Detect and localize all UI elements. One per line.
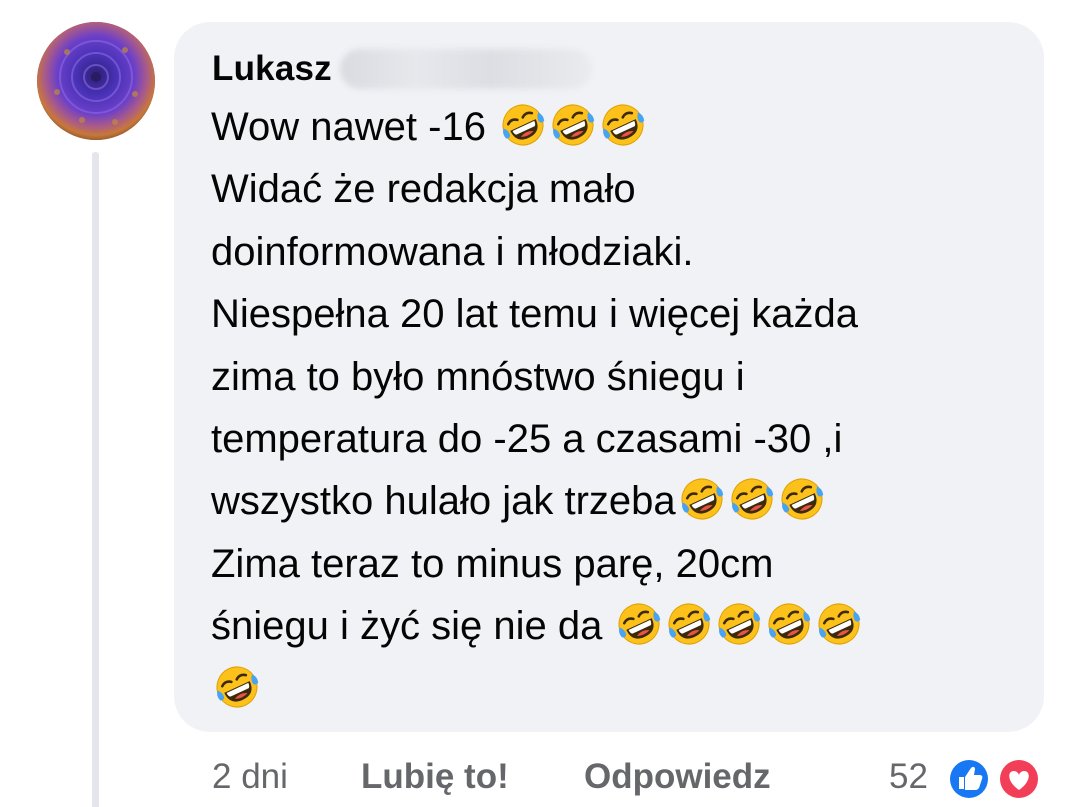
comment-line-text: śniegu i żyć się nie da <box>211 604 614 649</box>
rolling-on-floor-laughing-icon <box>216 666 259 708</box>
comment-line: śniegu i żyć się nie da <box>211 595 1011 657</box>
comment-line: Zima teraz to minus parę, 20cm <box>211 533 1011 595</box>
rolling-on-floor-laughing-icon <box>781 478 823 520</box>
rolling-on-floor-laughing-icon <box>818 603 861 645</box>
reply-button[interactable]: Odpowiedz <box>584 752 771 802</box>
comment-line-text: Niespełna 20 lat temu i więcej każda <box>211 292 859 337</box>
comment-line-text: Wow nawet -16 <box>211 105 498 149</box>
comment-screen: Lukasz Wow nawet -16 Widać że redakcja m… <box>0 0 1080 807</box>
rolling-on-floor-laughing-icon <box>602 104 645 146</box>
comment-footer: 2 dni Lubię to! Odpowiedz 52 <box>0 752 1080 802</box>
author-name[interactable]: Lukasz <box>212 49 332 89</box>
comment-line: Wow nawet -16 <box>211 96 1011 158</box>
comment-line: zima to było mnóstwo śniegu i <box>211 346 1011 408</box>
timestamp[interactable]: 2 dni <box>212 752 288 802</box>
rolling-on-floor-laughing-icon <box>552 104 595 146</box>
rolling-on-floor-laughing-icon <box>502 104 545 146</box>
like-button[interactable]: Lubię to! <box>361 752 509 802</box>
redacted-surname <box>339 49 592 89</box>
comment-line <box>211 658 1011 720</box>
rolling-on-floor-laughing-icon <box>731 478 773 520</box>
comment-line-text: temperatura do -25 a czasami -30 ,i <box>211 416 843 461</box>
rolling-on-floor-laughing-icon <box>668 603 711 645</box>
reaction-count[interactable]: 52 <box>889 752 928 802</box>
comment-line-text: zima to było mnóstwo śniegu i <box>211 354 745 399</box>
thread-line <box>92 152 99 807</box>
author-row: Lukasz <box>212 44 592 94</box>
rolling-on-floor-laughing-icon <box>768 603 811 645</box>
rolling-on-floor-laughing-icon <box>718 603 761 645</box>
comment-line: Widać że redakcja mało <box>211 158 1011 220</box>
comment-line-text: wszystko hulało jak trzeba <box>211 479 676 524</box>
comment-line-text: doinformowana i młodziaki. <box>211 229 694 274</box>
reaction-icons[interactable] <box>945 755 1045 803</box>
comment-line-text: Zima teraz to minus parę, 20cm <box>211 541 774 586</box>
comment-line: doinformowana i młodziaki. <box>211 221 1011 283</box>
comment-line: temperatura do -25 a czasami -30 ,i <box>211 408 1011 470</box>
love-icon <box>997 757 1041 801</box>
avatar[interactable] <box>37 22 155 140</box>
comment-line: Niespełna 20 lat temu i więcej każda <box>211 283 1011 345</box>
comment-line: wszystko hulało jak trzeba <box>211 470 1011 532</box>
avatar-image <box>37 22 155 140</box>
rolling-on-floor-laughing-icon <box>681 478 723 520</box>
like-icon <box>947 757 991 801</box>
comment-line-text: Widać że redakcja mało <box>211 167 636 212</box>
rolling-on-floor-laughing-icon <box>618 603 661 645</box>
comment-text: Wow nawet -16 Widać że redakcja mało doin… <box>211 96 1011 720</box>
